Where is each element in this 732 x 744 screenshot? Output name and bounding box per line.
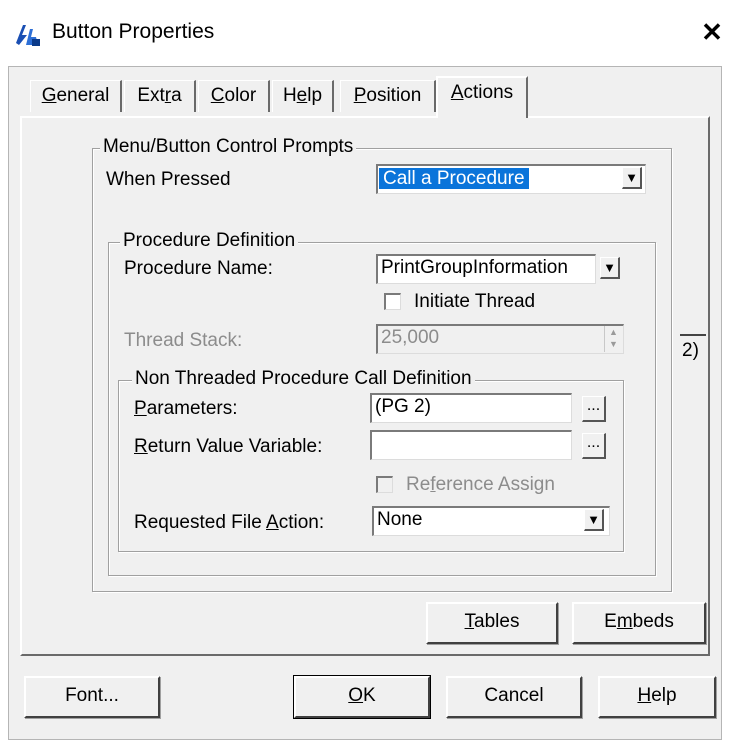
thread-stack-field[interactable]: 25,000: [376, 324, 624, 354]
when-pressed-dropdown[interactable]: Call a Procedure: [376, 164, 646, 194]
procedure-name-combo[interactable]: PrintGroupInformation: [376, 254, 596, 284]
call-definition-legend: Non Threaded Procedure Call Definition: [132, 369, 475, 389]
app-icon: [14, 21, 42, 47]
side-snippet-text: 2): [682, 340, 699, 361]
return-value-browse-button[interactable]: ...: [582, 433, 606, 459]
cancel-button[interactable]: Cancel: [446, 676, 582, 718]
menu-button-prompts-legend: Menu/Button Control Prompts: [100, 137, 357, 157]
when-pressed-label: When Pressed: [106, 169, 231, 190]
tables-button[interactable]: Tables: [426, 602, 558, 644]
font-button[interactable]: Font...: [24, 676, 160, 718]
tab-actions[interactable]: Actions: [436, 76, 528, 118]
return-value-field[interactable]: [370, 430, 572, 460]
return-value-label: Return Value Variable:: [134, 436, 323, 457]
initiate-thread-checkbox[interactable]: [384, 293, 401, 310]
title-bar: Button Properties ✕: [0, 0, 732, 66]
tab-position[interactable]: Position: [340, 80, 436, 112]
close-icon[interactable]: ✕: [696, 17, 728, 49]
spin-arrows-icon[interactable]: ▲ ▼: [604, 326, 622, 352]
tab-help[interactable]: Help: [272, 80, 334, 112]
parameters-field[interactable]: (PG 2): [370, 393, 572, 423]
tab-color[interactable]: Color: [198, 80, 270, 112]
help-button[interactable]: Help: [598, 676, 716, 718]
file-action-label: Requested File Action:: [134, 512, 325, 533]
procedure-definition-legend: Procedure Definition: [120, 231, 299, 251]
side-snippet-rule: [680, 334, 706, 336]
file-action-dropdown[interactable]: None: [372, 506, 610, 536]
initiate-thread-label: Initiate Thread: [414, 291, 536, 312]
window-title: Button Properties: [52, 20, 215, 43]
chevron-down-icon[interactable]: ▼: [622, 167, 642, 189]
reference-assign-checkbox[interactable]: [376, 476, 393, 493]
chevron-down-icon[interactable]: ▼: [600, 257, 620, 279]
ok-button[interactable]: OK: [293, 675, 431, 719]
tab-extra[interactable]: Extra: [124, 80, 196, 112]
when-pressed-value: Call a Procedure: [379, 168, 529, 189]
embeds-button[interactable]: Embeds: [572, 602, 706, 644]
chevron-down-icon[interactable]: ▼: [584, 509, 604, 531]
tab-general[interactable]: General: [30, 80, 122, 112]
reference-assign-label: Reference Assign: [406, 474, 555, 495]
thread-stack-label: Thread Stack:: [124, 330, 243, 351]
procedure-name-label: Procedure Name:: [124, 258, 273, 279]
parameters-label: Parameters:: [134, 398, 238, 419]
parameters-browse-button[interactable]: ...: [582, 396, 606, 422]
